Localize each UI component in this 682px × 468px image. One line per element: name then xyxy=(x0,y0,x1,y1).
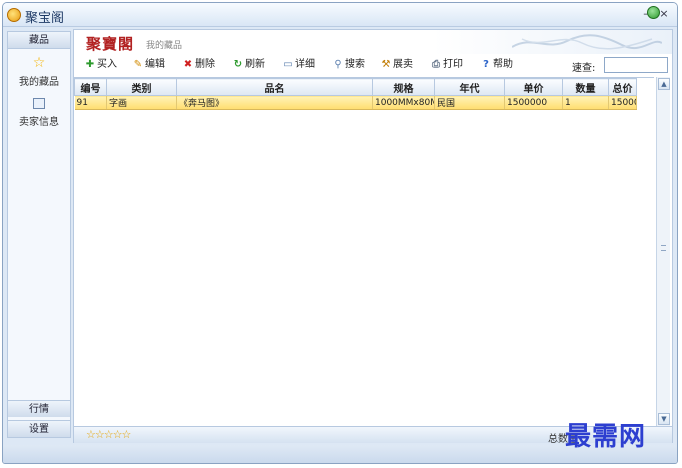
column-header-era[interactable]: 年代 xyxy=(434,78,505,96)
sidebar-header[interactable]: 藏品 xyxy=(8,32,70,49)
sidebar-item-label: 我的藏品 xyxy=(19,77,59,88)
search-button[interactable]: ⚲ 搜索 xyxy=(332,57,365,73)
table-header-row: 编号 类别 品名 规格 年代 单价 数量 总价 xyxy=(74,78,637,96)
quick-search-input[interactable] xyxy=(604,57,668,73)
cell-spec: 1000MMx80MM xyxy=(372,95,435,110)
vertical-scrollbar[interactable]: ▲ ▼ xyxy=(656,77,670,426)
column-header-name[interactable]: 品名 xyxy=(176,78,373,96)
buy-button[interactable]: ✚ 买入 xyxy=(84,57,117,73)
cell-category: 字画 xyxy=(106,95,177,110)
plus-icon: ✚ xyxy=(85,59,95,70)
print-icon: ⎙ xyxy=(432,59,440,70)
print-button[interactable]: ⎙ 打印 xyxy=(430,57,463,73)
scroll-grip-icon[interactable] xyxy=(661,245,666,251)
cell-name: 《奔马图》 xyxy=(176,95,373,110)
hammer-icon: ⚒ xyxy=(381,59,391,70)
sidebar: 藏品 ☆ 我的藏品 卖家信息 行情 设置 xyxy=(7,31,71,438)
exhibit-sale-button-label: 展卖 xyxy=(393,59,413,70)
column-header-category[interactable]: 类别 xyxy=(106,78,177,96)
edit-button[interactable]: ✎ 编辑 xyxy=(132,57,165,73)
sidebar-item-my-collection[interactable]: ☆ 我的藏品 xyxy=(8,55,70,88)
print-button-label: 打印 xyxy=(443,59,463,70)
app-logo-icon xyxy=(7,8,21,22)
exhibit-sale-button[interactable]: ⚒ 展卖 xyxy=(380,57,413,73)
help-button-label: 帮助 xyxy=(493,59,513,70)
title-bar[interactable]: 聚宝阁 – × xyxy=(3,3,677,27)
toolbar: ✚买入 ✎编辑 ✖删除 ↻刷新 ▭详细 ⚲搜索 ⚒展卖 ⎙打印 xyxy=(74,55,672,75)
document-icon xyxy=(33,98,45,109)
cell-era: 民国 xyxy=(434,95,505,110)
watermark-text: 最需网 xyxy=(565,422,647,452)
table-row[interactable]: 91 字画 《奔马图》 1000MMx80MM 民国 1500000 1 150… xyxy=(74,95,637,110)
delete-button[interactable]: ✖ 删除 xyxy=(182,57,215,73)
detail-icon: ▭ xyxy=(283,59,293,70)
search-icon: ⚲ xyxy=(334,59,342,70)
rating-stars: ☆☆☆☆☆ xyxy=(86,428,131,441)
search-button-label: 搜索 xyxy=(345,59,365,70)
window-title: 聚宝阁 xyxy=(25,11,65,26)
collection-table: 编号 类别 品名 规格 年代 单价 数量 总价 91 字画 《奔马图》 1000… xyxy=(74,77,654,426)
scroll-down-icon[interactable]: ▼ xyxy=(658,413,670,425)
help-icon: ? xyxy=(483,59,489,70)
cell-id: 91 xyxy=(74,95,107,110)
sidebar-item-seller-info[interactable]: 卖家信息 xyxy=(8,98,70,128)
help-button[interactable]: ? 帮助 xyxy=(480,57,513,73)
sidebar-market-button[interactable]: 行情 xyxy=(8,400,70,417)
detail-button[interactable]: ▭ 详细 xyxy=(282,57,315,73)
edit-button-label: 编辑 xyxy=(145,59,165,70)
breadcrumb: 我的藏品 xyxy=(146,41,183,51)
data-table: 编号 类别 品名 规格 年代 单价 数量 总价 91 字画 《奔马图》 1000… xyxy=(74,78,637,110)
detail-button-label: 详细 xyxy=(295,59,315,70)
decorative-pattern xyxy=(512,34,662,50)
buy-button-label: 买入 xyxy=(97,59,117,70)
cell-quantity: 1 xyxy=(562,95,609,110)
refresh-button[interactable]: ↻ 刷新 xyxy=(232,57,265,73)
cell-unit-price: 1500000 xyxy=(504,95,563,110)
delete-icon: ✖ xyxy=(183,59,193,70)
status-indicator-icon xyxy=(647,6,660,19)
pencil-icon: ✎ xyxy=(133,59,143,70)
quick-search-label: 速查: xyxy=(572,63,596,74)
app-window: 聚宝阁 – × 藏品 ☆ 我的藏品 卖家信息 行情 设置 聚寶閣 我的藏品 ✚ 买… xyxy=(2,2,678,464)
scroll-up-icon[interactable]: ▲ xyxy=(658,78,670,90)
column-header-spec[interactable]: 规格 xyxy=(372,78,435,96)
brand-logo: 聚寶閣 xyxy=(86,35,135,53)
content-header: 聚寶閣 我的藏品 xyxy=(74,30,672,54)
main-panel: 聚寶閣 我的藏品 ✚ 买入 ✎ 编辑 ✖ 删除 ↻ 刷新 ▭ 详细 ⚲ 搜索 ⚒… xyxy=(73,29,673,445)
cell-total: 1500000 xyxy=(608,95,637,110)
delete-button-label: 删除 xyxy=(195,59,215,70)
sidebar-settings-button[interactable]: 设置 xyxy=(8,420,70,437)
column-header-total[interactable]: 总价 xyxy=(608,78,637,96)
star-icon: ☆ xyxy=(32,55,46,71)
column-header-quantity[interactable]: 数量 xyxy=(562,78,609,96)
sidebar-item-label: 卖家信息 xyxy=(19,117,59,128)
refresh-icon: ↻ xyxy=(233,59,243,70)
refresh-button-label: 刷新 xyxy=(245,59,265,70)
column-header-id[interactable]: 编号 xyxy=(74,78,107,96)
column-header-unit-price[interactable]: 单价 xyxy=(504,78,563,96)
